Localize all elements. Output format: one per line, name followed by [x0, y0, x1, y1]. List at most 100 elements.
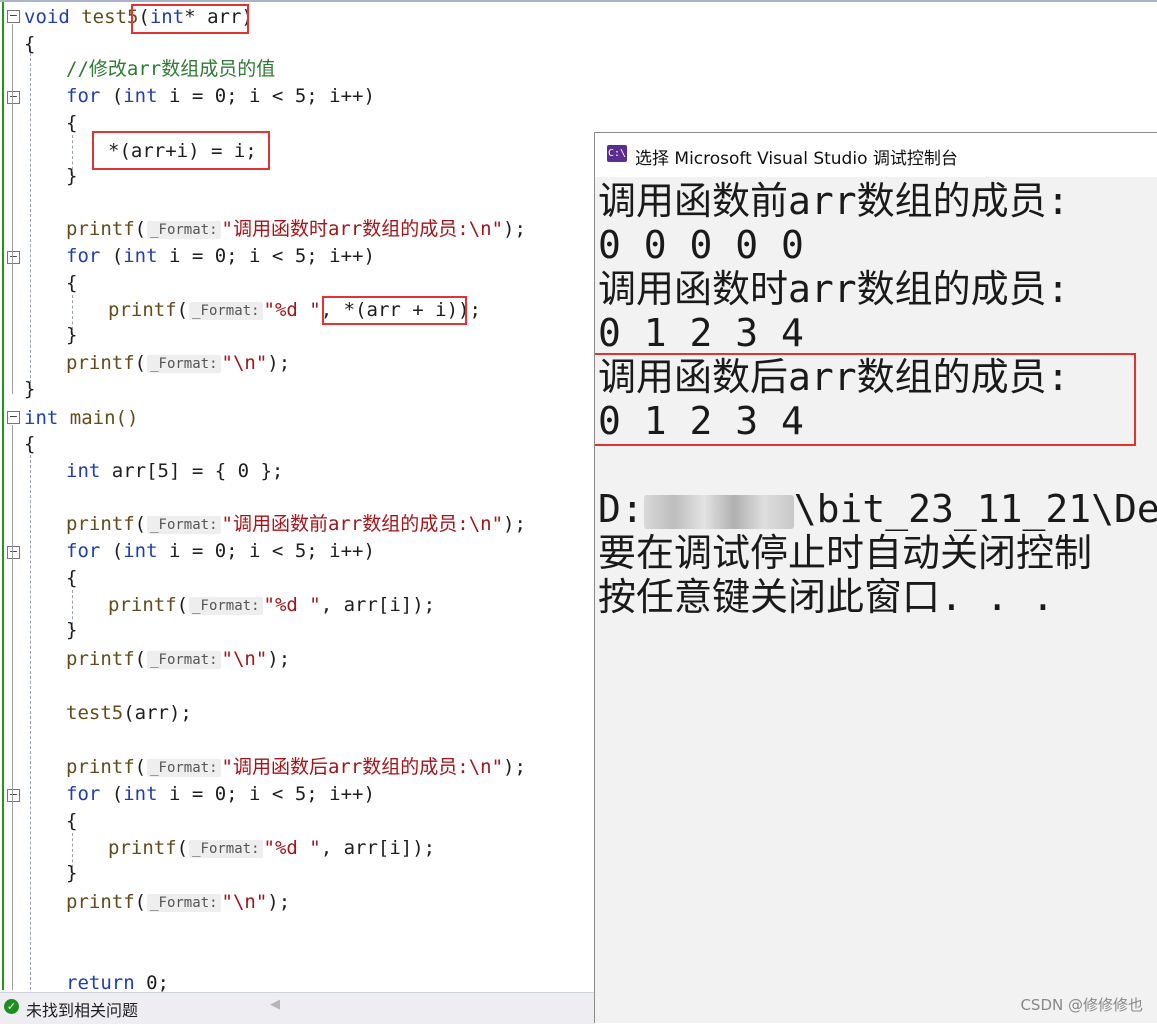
- code-text: 0;: [134, 972, 169, 994]
- code-line[interactable]: printf(_Format: "%d ", arr[i]);: [108, 592, 435, 619]
- console-line: 0 0 0 0 0: [598, 223, 804, 267]
- brace: }: [24, 378, 36, 400]
- highlight-box-param: [131, 4, 249, 34]
- code-line[interactable]: {: [24, 431, 35, 458]
- code-line[interactable]: //修改arr数组成员的值: [66, 56, 275, 83]
- code-line[interactable]: {: [24, 31, 35, 58]
- code-line[interactable]: }: [66, 860, 77, 887]
- highlight-box-output: [595, 353, 1136, 446]
- paren: (: [134, 756, 147, 778]
- code-line[interactable]: int main(): [24, 405, 138, 432]
- code-line[interactable]: printf(_Format: "调用函数后arr数组的成员:\n");: [66, 754, 526, 781]
- keyword: int: [123, 85, 158, 107]
- code-line[interactable]: for (int i = 0; i < 5; i++): [66, 243, 375, 270]
- parameter-hint: _Format:: [189, 839, 263, 858]
- code-text: i = 0; i < 5; i++): [157, 540, 375, 562]
- function-name: main(): [58, 407, 139, 429]
- code-line[interactable]: }: [66, 322, 77, 349]
- paren: (: [134, 352, 147, 374]
- parameter-hint: _Format:: [147, 515, 221, 534]
- code-line[interactable]: }: [66, 617, 77, 644]
- code-line[interactable]: {: [66, 565, 77, 592]
- code-line[interactable]: printf(_Format: "\n");: [66, 646, 290, 673]
- code-line[interactable]: for (int i = 0; i < 5; i++): [66, 83, 375, 110]
- watermark: CSDN @修修修也: [1020, 996, 1143, 1014]
- code-line[interactable]: printf(_Format: "%d ", arr[i]);: [108, 835, 435, 862]
- fold-toggle-icon[interactable]: −: [7, 411, 20, 424]
- code-text: (arr);: [123, 702, 192, 724]
- code-line[interactable]: printf(_Format: "调用函数时arr数组的成员:\n");: [66, 216, 526, 243]
- function-name: printf: [66, 648, 135, 670]
- fold-toggle-icon[interactable]: −: [7, 789, 20, 802]
- function-name: printf: [108, 299, 177, 321]
- fold-toggle-icon[interactable]: −: [7, 546, 20, 559]
- editor-top-border: [0, 0, 1157, 2]
- fold-toggle-icon[interactable]: −: [7, 10, 20, 23]
- console-line: 调用函数时arr数组的成员:: [598, 267, 1070, 311]
- code-text: (: [100, 783, 124, 805]
- string-literal: "%d ": [263, 837, 321, 859]
- code-line[interactable]: }: [24, 376, 35, 403]
- function-name: test5: [69, 6, 139, 28]
- code-text: i = 0; i < 5; i++): [157, 85, 375, 107]
- debug-console-window[interactable]: C:\ 选择 Microsoft Visual Studio 调试控制台 调用函…: [594, 132, 1157, 1023]
- code-text: (: [100, 245, 124, 267]
- console-path-line: D: \bit_23_11_21\Deb: [598, 487, 1157, 531]
- change-tracking-bar: [2, 2, 4, 990]
- indent-guide: [30, 48, 31, 383]
- fold-toggle-icon[interactable]: −: [7, 91, 20, 104]
- parameter-hint: _Format:: [147, 758, 221, 777]
- code-line[interactable]: {: [66, 110, 77, 137]
- parameter-hint: _Format:: [189, 596, 263, 615]
- brace: {: [66, 567, 78, 589]
- string-literal: "\n": [221, 891, 268, 913]
- code-line[interactable]: for (int i = 0; i < 5; i++): [66, 538, 375, 565]
- code-line[interactable]: printf(_Format: "调用函数前arr数组的成员:\n");: [66, 511, 526, 538]
- function-name: printf: [66, 756, 135, 778]
- outline-line: [12, 24, 13, 394]
- code-line[interactable]: int arr[5] = { 0 };: [66, 458, 283, 485]
- brace: }: [66, 165, 78, 187]
- keyword: int: [123, 783, 158, 805]
- keyword: for: [66, 245, 101, 267]
- code-line[interactable]: printf(_Format: "\n");: [66, 889, 290, 916]
- parameter-hint: _Format:: [147, 354, 221, 373]
- string-literal: "\n": [221, 648, 268, 670]
- code-line[interactable]: }: [66, 163, 77, 190]
- parameter-hint: _Format:: [147, 893, 221, 912]
- code-line[interactable]: test5(arr);: [66, 700, 192, 727]
- console-line: 0 1 2 3 4: [598, 311, 804, 355]
- code-line[interactable]: for (int i = 0; i < 5; i++): [66, 781, 375, 808]
- code-text: , arr[i]);: [320, 837, 436, 859]
- string-literal: "\n": [221, 352, 268, 374]
- outline-line: [12, 425, 13, 990]
- code-text: i = 0; i < 5; i++): [157, 783, 375, 805]
- code-line[interactable]: {: [66, 808, 77, 835]
- console-line: 按任意键关闭此窗口. . .: [598, 575, 1055, 619]
- keyword: for: [66, 783, 101, 805]
- paren: (: [134, 513, 147, 535]
- code-line[interactable]: {: [66, 270, 77, 297]
- brace: }: [66, 324, 78, 346]
- paren: (: [134, 648, 147, 670]
- code-line[interactable]: printf(_Format: "\n");: [66, 350, 290, 377]
- function-name: printf: [108, 837, 177, 859]
- paren: );: [503, 513, 526, 535]
- console-line: 调用函数前arr数组的成员:: [598, 179, 1070, 223]
- redacted-path: [643, 494, 794, 529]
- scroll-left-icon[interactable]: ◀: [270, 997, 280, 1012]
- parameter-hint: _Format:: [147, 220, 221, 239]
- fold-toggle-icon[interactable]: −: [7, 251, 20, 264]
- parameter-hint: _Format:: [189, 301, 263, 320]
- brace: }: [66, 862, 78, 884]
- keyword: return: [66, 972, 135, 994]
- code-text: , arr[i]);: [320, 594, 436, 616]
- paren: );: [267, 891, 291, 913]
- console-titlebar[interactable]: C:\ 选择 Microsoft Visual Studio 调试控制台: [595, 133, 1157, 177]
- function-name: printf: [108, 594, 177, 616]
- check-circle-icon: ✓: [4, 999, 19, 1014]
- keyword: void: [24, 6, 70, 28]
- keyword: int: [24, 407, 59, 429]
- code-text: (: [100, 540, 124, 562]
- keyword: for: [66, 85, 101, 107]
